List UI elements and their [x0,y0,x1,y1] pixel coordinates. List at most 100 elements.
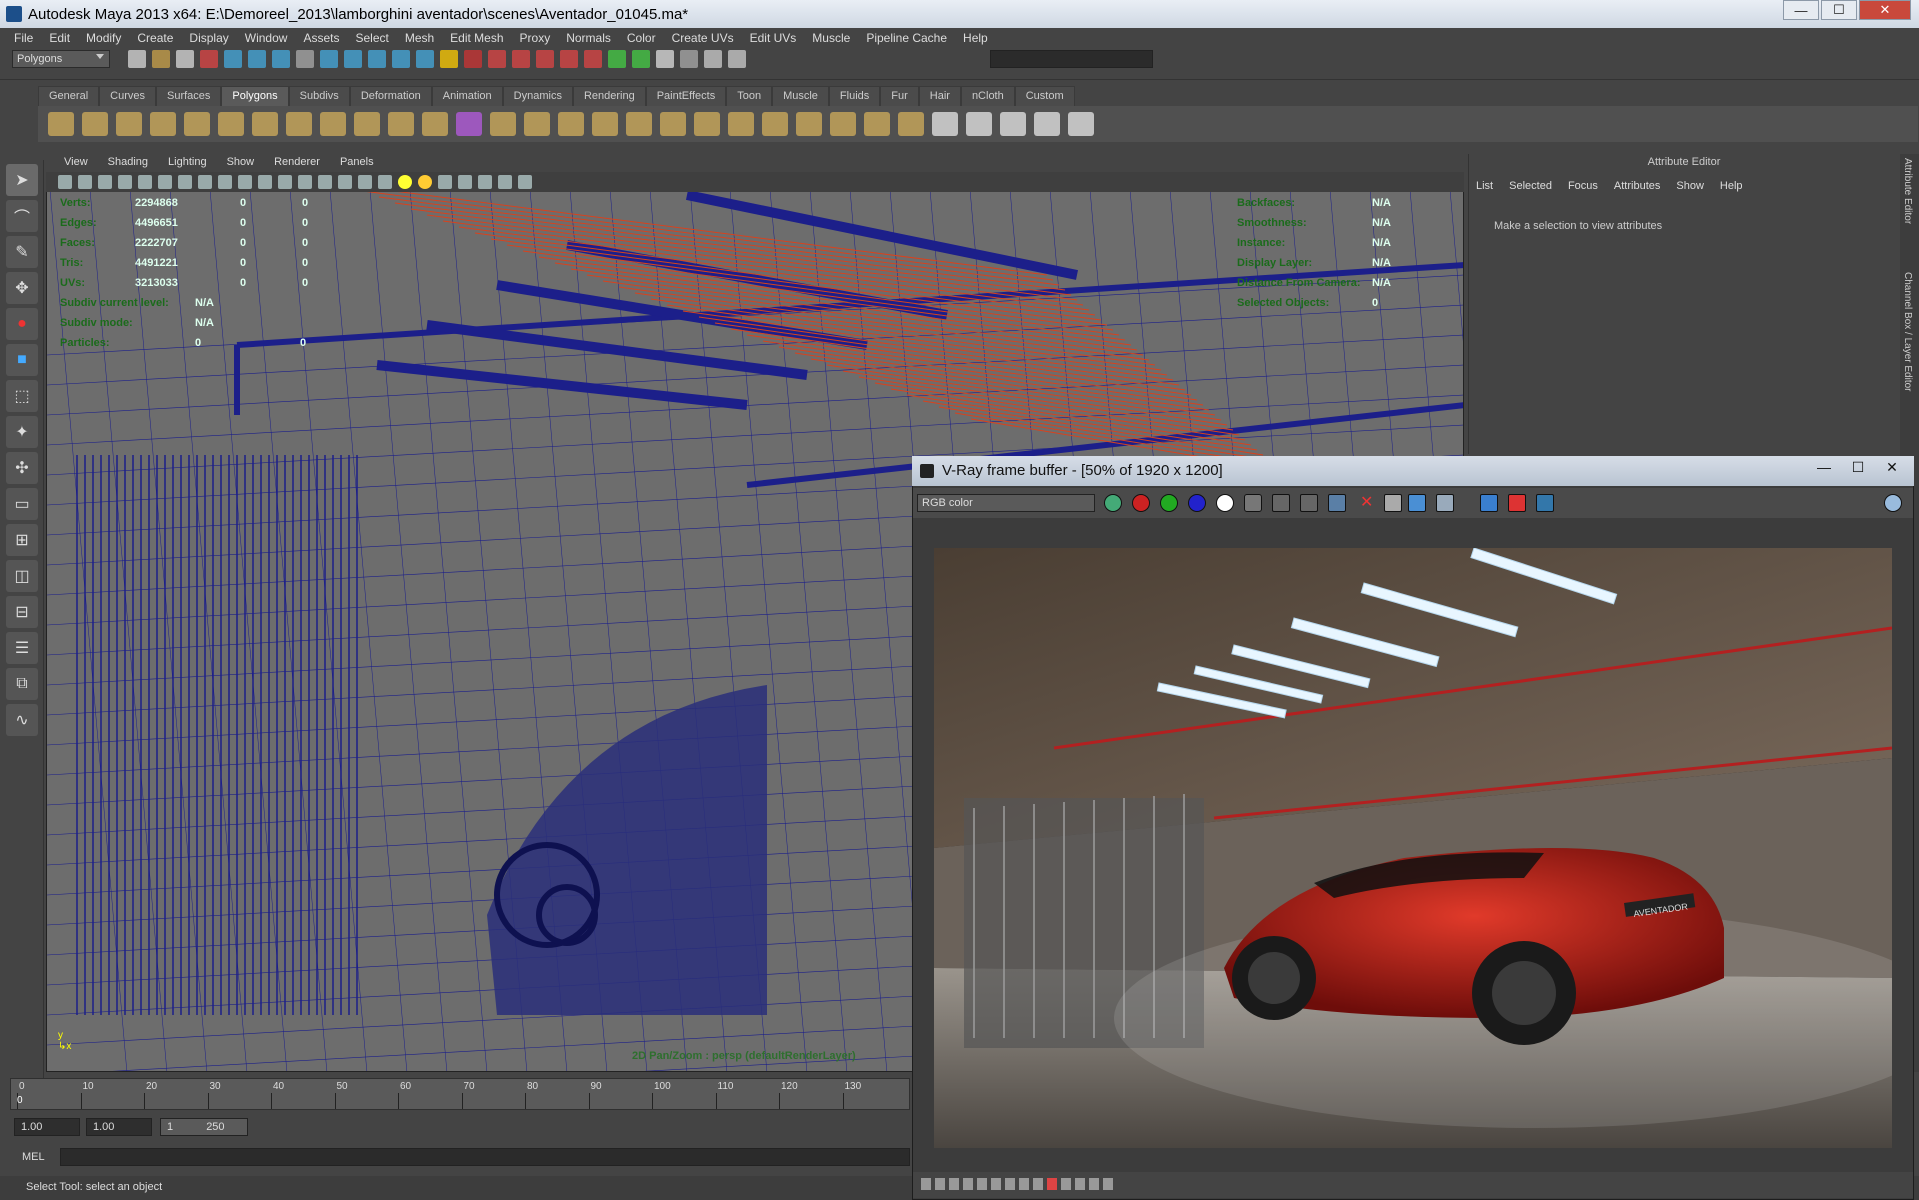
shelf-poly-tool-icon[interactable] [252,112,278,136]
red-channel-button[interactable] [1132,494,1150,512]
viewport-shading-icon[interactable] [198,175,212,189]
vfb-bottom-icon[interactable] [1047,1178,1057,1190]
viewport-shading-icon[interactable] [378,175,392,189]
vfb-bottom-icon[interactable] [921,1178,931,1190]
mono-button[interactable] [1244,494,1262,512]
shelf-tab-painteffects[interactable]: PaintEffects [645,86,727,106]
vfb-bottom-icon[interactable] [1019,1178,1029,1190]
viewport-menu-shading[interactable]: Shading [98,154,158,172]
status-tool-icon[interactable] [536,50,554,68]
viewport-shading-icon[interactable] [358,175,372,189]
mode-select[interactable]: Polygons [12,50,110,68]
menu-create[interactable]: Create [129,31,181,45]
status-tool-icon[interactable] [272,50,290,68]
status-tool-icon[interactable] [392,50,410,68]
viewport-shading-icon[interactable] [398,175,412,189]
blue-channel-button[interactable] [1188,494,1206,512]
viewport-menu-lighting[interactable]: Lighting [158,154,217,172]
soft-mod-button[interactable]: ✦ [6,416,38,448]
green-channel-button[interactable] [1160,494,1178,512]
shelf-poly-tool-icon[interactable] [558,112,584,136]
viewport-menu-renderer[interactable]: Renderer [264,154,330,172]
quick-command-field[interactable] [990,50,1153,68]
status-tool-icon[interactable] [632,50,650,68]
shelf-tab-general[interactable]: General [38,86,100,106]
shelf-poly-tool-icon[interactable] [728,112,754,136]
attr-menu-show[interactable]: Show [1676,180,1704,192]
shelf-poly-tool-icon[interactable] [388,112,414,136]
scale-tool-button[interactable]: ■ [6,344,38,376]
attr-menu-list[interactable]: List [1476,180,1493,192]
viewport-shading-icon[interactable] [98,175,112,189]
shelf-tab-rendering[interactable]: Rendering [572,86,646,106]
menu-proxy[interactable]: Proxy [512,31,559,45]
viewport-shading-icon[interactable] [318,175,332,189]
status-tool-icon[interactable] [680,50,698,68]
attr-menu-help[interactable]: Help [1720,180,1743,192]
menu-create-uvs[interactable]: Create UVs [664,31,742,45]
shelf-poly-tool-icon[interactable] [116,112,142,136]
close-button[interactable]: ✕ [1859,0,1911,20]
vfb-close-button[interactable]: ✕ [1876,456,1908,478]
render-last-icon[interactable] [1436,494,1454,512]
current-frame-marker[interactable]: 0 [17,1095,23,1106]
vfb-bottom-icon[interactable] [977,1178,987,1190]
status-tool-icon[interactable] [584,50,602,68]
layout-side-button[interactable]: ◫ [6,560,38,592]
shelf-poly-tool-icon[interactable] [524,112,550,136]
vfb-bottom-icon[interactable] [1075,1178,1085,1190]
shelf-poly-tool-icon[interactable] [286,112,312,136]
shelf-poly-tool-icon[interactable] [694,112,720,136]
viewport-shading-icon[interactable] [518,175,532,189]
menu-modify[interactable]: Modify [78,31,129,45]
status-tool-icon[interactable] [224,50,242,68]
shelf-poly-tool-icon[interactable] [456,112,482,136]
shelf-poly-tool-icon[interactable] [422,112,448,136]
shelf-poly-tool-icon[interactable] [82,112,108,136]
shelf-tab-fur[interactable]: Fur [880,86,919,106]
vfb-bottom-icon[interactable] [991,1178,1001,1190]
shelf-tab-toon[interactable]: Toon [726,86,773,106]
track-mouse-button[interactable] [1104,494,1122,512]
viewport-shading-icon[interactable] [478,175,492,189]
shelf-poly-tool-icon[interactable] [966,112,992,136]
status-tool-icon[interactable] [704,50,722,68]
vfb-bottom-icon[interactable] [935,1178,945,1190]
shelf-poly-tool-icon[interactable] [796,112,822,136]
vfb-bottom-icon[interactable] [1061,1178,1071,1190]
region-button[interactable] [1480,494,1498,512]
time-slider[interactable]: 0 10 20 30 40 50 60 70 80 90 100 110 120 130 0 [10,1078,910,1110]
shelf-poly-tool-icon[interactable] [898,112,924,136]
load-image-icon[interactable] [1328,494,1346,512]
status-tool-icon[interactable] [128,50,146,68]
viewport-shading-icon[interactable] [78,175,92,189]
menu-pipeline-cache[interactable]: Pipeline Cache [858,31,955,45]
shelf-tab-dynamics[interactable]: Dynamics [502,86,573,106]
vfb-bottom-icon[interactable] [1103,1178,1113,1190]
layout-four-button[interactable]: ⊞ [6,524,38,556]
menu-muscle[interactable]: Muscle [804,31,858,45]
select-tool-button[interactable]: ➤ [6,164,38,196]
viewport-shading-icon[interactable] [178,175,192,189]
shelf-poly-tool-icon[interactable] [830,112,856,136]
viewport-shading-icon[interactable] [238,175,252,189]
viewport-menu-view[interactable]: View [54,154,98,172]
move-tool-button[interactable]: ✥ [6,272,38,304]
paint-select-button[interactable]: ✎ [6,236,38,268]
tab-attribute-editor[interactable]: Attribute Editor [1900,154,1915,228]
lasso-tool-button[interactable]: ⌒ [6,200,38,232]
shelf-poly-tool-icon[interactable] [762,112,788,136]
layout-graph-button[interactable]: ∿ [6,704,38,736]
shelf-poly-tool-icon[interactable] [490,112,516,136]
viewport-shading-icon[interactable] [138,175,152,189]
range-start-field[interactable]: 1.00 [14,1118,80,1136]
current-frame-field[interactable]: 1.00 [86,1118,152,1136]
viewport-shading-icon[interactable] [418,175,432,189]
status-tool-icon[interactable] [728,50,746,68]
menu-display[interactable]: Display [181,31,236,45]
viewport-shading-icon[interactable] [498,175,512,189]
vfb-maximize-button[interactable]: ☐ [1842,456,1874,478]
status-tool-icon[interactable] [488,50,506,68]
vfb-bottom-icon[interactable] [1089,1178,1099,1190]
viewport-menu-panels[interactable]: Panels [330,154,384,172]
